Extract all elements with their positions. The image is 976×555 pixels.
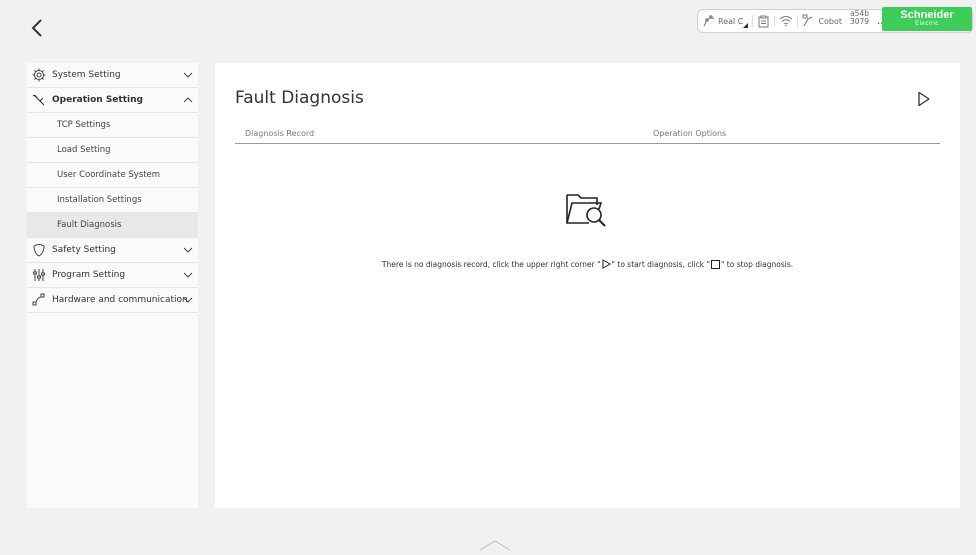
empty-text-part3: " to stop diagnosis. — [720, 259, 794, 269]
chevron-down-icon — [183, 72, 193, 78]
robot-id: a54b 3079 — [846, 10, 873, 32]
empty-folder-search-icon — [563, 185, 609, 231]
sidebar-item-label: System Setting — [52, 70, 121, 80]
empty-text-part1: There is no diagnosis record, click the … — [381, 259, 601, 269]
chevron-down-icon — [183, 297, 193, 303]
brand-name: Schneider — [900, 9, 954, 21]
wrench-icon — [32, 93, 46, 107]
stop-icon — [710, 259, 720, 269]
wifi-button[interactable] — [775, 10, 797, 32]
corner-triangle-icon — [743, 22, 749, 28]
sidebar-item-label: Hardware and communication — [52, 295, 188, 305]
column-header-diagnosis-record: Diagnosis Record — [245, 129, 315, 138]
sidebar: System Setting Operation Setting TCP Set… — [27, 63, 198, 508]
table-header-divider — [235, 143, 940, 144]
sidebar-subitem-tcp-settings[interactable]: TCP Settings — [27, 113, 198, 138]
sidebar-subitem-label: Fault Diagnosis — [57, 220, 122, 230]
mode-label: Real C — [718, 16, 744, 26]
network-icon — [32, 293, 46, 307]
back-button[interactable] — [28, 16, 48, 40]
main-panel: Fault Diagnosis Diagnosis Record Operati… — [215, 63, 960, 508]
empty-text-part2: " to start diagnosis, click " — [611, 259, 710, 269]
page-title: Fault Diagnosis — [235, 88, 364, 108]
chevron-up-icon — [183, 97, 193, 103]
chevron-up-icon — [479, 540, 511, 551]
sidebar-item-label: Operation Setting — [52, 95, 143, 105]
gear-icon — [32, 68, 46, 82]
sidebar-subitem-label: Load Setting — [57, 145, 111, 155]
sidebar-item-safety-setting[interactable]: Safety Setting — [27, 238, 198, 263]
bottom-drawer-handle[interactable] — [478, 536, 512, 551]
clipboard-button[interactable] — [753, 10, 774, 32]
mode-indicator[interactable]: Real C — [698, 10, 752, 32]
program-icon — [32, 268, 46, 282]
cobot-indicator[interactable]: Cobot — [798, 10, 846, 32]
play-icon — [602, 259, 611, 269]
sidebar-subitem-load-setting[interactable]: Load Setting — [27, 138, 198, 163]
start-diagnosis-button[interactable] — [917, 91, 931, 107]
shield-icon — [32, 243, 46, 257]
cobot-label: Cobot — [818, 16, 842, 26]
sidebar-item-label: Program Setting — [52, 270, 126, 280]
sidebar-item-program-setting[interactable]: Program Setting — [27, 263, 198, 288]
sidebar-item-operation-setting[interactable]: Operation Setting — [27, 88, 198, 113]
empty-state-message: There is no diagnosis record, click the … — [215, 259, 960, 269]
column-header-operation-options: Operation Options — [653, 129, 727, 138]
sidebar-item-system-setting[interactable]: System Setting — [27, 63, 198, 88]
sidebar-subitem-label: TCP Settings — [57, 120, 111, 130]
wifi-icon — [780, 16, 793, 27]
robot-id-line2: 3079 — [849, 17, 870, 26]
sidebar-subitem-installation-settings[interactable]: Installation Settings — [27, 188, 198, 213]
sidebar-subitem-label: Installation Settings — [57, 195, 142, 205]
brand-logo: Schneider Electric — [882, 7, 972, 31]
sidebar-item-hardware-communication[interactable]: Hardware and communication — [27, 288, 198, 313]
sidebar-item-label: Safety Setting — [52, 245, 116, 255]
chevron-down-icon — [183, 247, 193, 253]
cobot-icon — [802, 14, 813, 27]
brand-sub: Electric — [915, 21, 939, 27]
sidebar-subitem-user-coordinate-system[interactable]: User Coordinate System — [27, 163, 198, 188]
chevron-down-icon — [183, 272, 193, 278]
clipboard-icon — [758, 15, 769, 27]
robot-arm-icon — [703, 15, 715, 27]
chevron-left-icon — [31, 19, 42, 37]
sidebar-subitem-label: User Coordinate System — [57, 170, 161, 180]
play-icon — [918, 91, 930, 107]
sidebar-subitem-fault-diagnosis[interactable]: Fault Diagnosis — [27, 213, 198, 238]
